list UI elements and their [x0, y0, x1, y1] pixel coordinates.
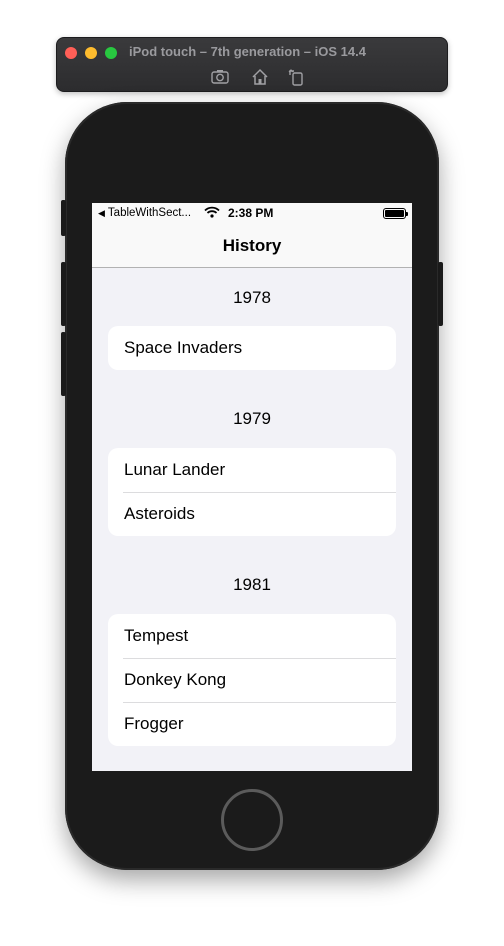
- nav-title: History: [222, 236, 282, 255]
- back-to-app-link[interactable]: ◀ TableWithSect...: [98, 207, 191, 219]
- table-row[interactable]: Donkey Kong: [108, 658, 396, 702]
- section-header: 1981: [233, 575, 271, 594]
- status-time: 2:38 PM: [228, 206, 274, 220]
- wifi-icon: [204, 206, 220, 218]
- back-app-label: TableWithSect...: [107, 207, 192, 219]
- zoom-window-button[interactable]: [105, 47, 117, 59]
- status-bar: ◀ TableWithSect... 2:38 PM: [92, 203, 412, 223]
- section-group: Space Invaders: [108, 326, 396, 370]
- table-row[interactable]: Frogger: [108, 702, 396, 746]
- section-group: Lunar Lander Asteroids: [108, 448, 396, 536]
- screenshot-icon[interactable]: [209, 66, 231, 88]
- table-row[interactable]: Asteroids: [108, 492, 396, 536]
- back-arrow-icon: ◀: [98, 208, 105, 218]
- minimize-window-button[interactable]: [85, 47, 97, 59]
- simulator-toolbar: [207, 66, 307, 88]
- device-screen: ◀ TableWithSect... 2:38 PM History 1978 S…: [92, 203, 412, 771]
- table-row[interactable]: Tempest: [108, 614, 396, 658]
- table-row[interactable]: Space Invaders: [108, 326, 396, 370]
- simulator-titlebar: iPod touch – 7th generation – iOS 14.4: [56, 37, 448, 92]
- volume-down-button: [61, 332, 66, 396]
- home-icon[interactable]: [249, 66, 271, 88]
- simulator-stage: iPod touch – 7th generation – iOS 14.4 ◀…: [0, 0, 504, 946]
- simulator-title: iPod touch – 7th generation – iOS 14.4: [129, 44, 366, 59]
- rotate-icon[interactable]: [285, 66, 307, 88]
- section-header: 1978: [233, 288, 271, 307]
- battery-icon: [383, 208, 408, 219]
- section-header: 1979: [233, 409, 271, 428]
- power-button: [438, 262, 443, 326]
- mute-switch: [61, 200, 66, 236]
- section-group: Tempest Donkey Kong Frogger: [108, 614, 396, 746]
- volume-up-button: [61, 262, 66, 326]
- device-home-button[interactable]: [221, 789, 283, 851]
- table-row[interactable]: Lunar Lander: [108, 448, 396, 492]
- close-window-button[interactable]: [65, 47, 77, 59]
- navigation-bar: History: [92, 223, 412, 268]
